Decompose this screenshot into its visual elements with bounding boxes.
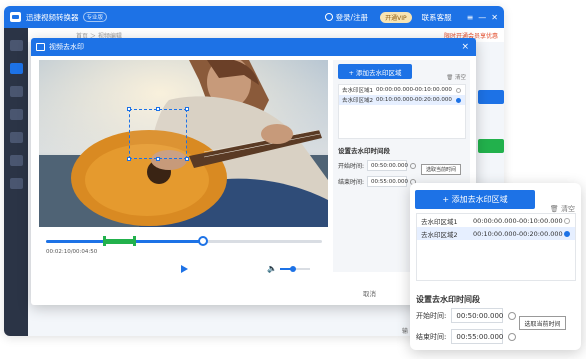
resize-handle-br[interactable]: [185, 157, 189, 161]
menu-icon[interactable]: ≡: [467, 13, 474, 22]
area-range: 00:00:00.000-00:10:00.000: [376, 87, 452, 93]
sidebar: [4, 28, 28, 336]
sidebar-item-7[interactable]: [9, 178, 23, 189]
clock-icon[interactable]: [508, 311, 517, 320]
close-window-icon[interactable]: ✕: [491, 13, 498, 22]
area-list: 去水印区域1 00:00:00.000-00:10:00.000 去水印区域2 00…: [338, 84, 466, 139]
dialog-title-bar: 视频去水印 ×: [31, 38, 476, 56]
add-area-button[interactable]: + 添加去水印区域: [415, 190, 535, 209]
resize-handle-t[interactable]: [156, 107, 160, 111]
area-list: 去水印区域1 00:00:00.000-00:10:00.000 去水印区域2 00…: [416, 213, 576, 281]
start-time-input[interactable]: 00:50:00.000: [367, 160, 408, 171]
sidebar-item-2[interactable]: [9, 63, 23, 74]
sidebar-item-6[interactable]: [9, 155, 23, 166]
edition-badge: 专业版: [82, 12, 108, 22]
video-preview[interactable]: [39, 60, 328, 227]
minimize-icon[interactable]: —: [478, 13, 486, 22]
segment-start-marker[interactable]: [102, 236, 106, 246]
dialog-close-icon[interactable]: ×: [461, 42, 469, 52]
vip-button[interactable]: 开通VIP: [380, 11, 412, 23]
sidebar-item-3[interactable]: [9, 86, 23, 97]
area-status-icon[interactable]: [564, 230, 570, 237]
play-icon[interactable]: [179, 264, 189, 274]
sidebar-item-1[interactable]: [9, 40, 23, 51]
start-time-label: 开始时间:: [416, 311, 447, 320]
background-blue-button[interactable]: [478, 90, 504, 104]
customer-service-link[interactable]: 联系客服: [422, 12, 452, 23]
area-name: 去水印区域2: [342, 98, 373, 104]
area-name: 去水印区域1: [342, 88, 373, 94]
section-title: 设置去水印时间段: [416, 295, 480, 304]
list-item[interactable]: 去水印区域1 00:00:00.000-00:10:00.000: [339, 85, 465, 95]
footer-text: 输: [402, 328, 409, 335]
volume-slider[interactable]: [279, 265, 310, 272]
list-item[interactable]: 去水印区域1 00:00:00.000-00:10:00.000: [417, 214, 575, 227]
app-title: 迅捷视频转换器: [26, 12, 79, 22]
area-status-icon[interactable]: [456, 87, 461, 93]
area-status-icon[interactable]: [456, 97, 461, 103]
dialog-icon: [36, 43, 45, 51]
app-title-bar: 迅捷视频转换器 专业版 登录/注册 开通VIP 联系客服 ≡ — ✕: [4, 6, 504, 28]
login-link[interactable]: 登录/注册: [324, 12, 369, 23]
background-green-button[interactable]: [478, 139, 504, 153]
dialog-title: 视频去水印: [49, 43, 84, 51]
zoomed-settings-panel: + 添加去水印区域 🗑 清空 去水印区域1 00:00:00.000-00:10:…: [410, 183, 581, 350]
end-time-input[interactable]: 00:55:00.000: [367, 176, 408, 187]
volume-icon[interactable]: 🔈: [267, 264, 277, 273]
clear-button[interactable]: 🗑 清空: [446, 73, 466, 81]
start-time-label: 开始时间:: [338, 163, 365, 170]
timeline-segment: [103, 239, 135, 244]
area-range: 00:00:00.000-00:10:00.000: [473, 216, 563, 225]
clear-label: 清空: [561, 205, 575, 213]
watermark-selection-box[interactable]: [127, 107, 189, 161]
end-time-field: 结束时间: 00:55:00.000: [338, 176, 417, 187]
app-logo-icon: [10, 12, 21, 22]
pick-current-time-button[interactable]: 选取当前时间: [519, 316, 566, 330]
clear-label: 清空: [454, 75, 466, 81]
add-area-button[interactable]: + 添加去水印区域: [338, 64, 412, 79]
area-name: 去水印区域2: [421, 230, 458, 239]
resize-handle-tl[interactable]: [127, 107, 131, 111]
start-time-input[interactable]: 00:50:00.000: [451, 308, 503, 323]
area-range: 00:10:00.000-00:20:00.000: [473, 229, 563, 238]
resize-handle-bl[interactable]: [127, 157, 131, 161]
time-readout: 00:02:10/00:04:50: [46, 249, 98, 255]
sidebar-item-5[interactable]: [9, 132, 23, 143]
start-time-field: 开始时间: 00:50:00.000: [338, 160, 417, 171]
clock-icon[interactable]: [508, 332, 517, 341]
end-time-label: 结束时间:: [338, 179, 365, 186]
clock-icon[interactable]: [410, 162, 417, 169]
list-item[interactable]: 去水印区域2 00:10:00.000-00:20:00.000: [339, 95, 465, 105]
user-icon: [324, 13, 333, 21]
end-time-field: 结束时间: 00:55:00.000: [416, 329, 517, 344]
area-range: 00:10:00.000-00:20:00.000: [376, 97, 452, 103]
pick-current-time-button[interactable]: 选取当前时间: [421, 164, 461, 175]
list-item[interactable]: 去水印区域2 00:10:00.000-00:20:00.000: [417, 227, 575, 240]
end-time-input[interactable]: 00:55:00.000: [451, 329, 503, 344]
cancel-button[interactable]: 取消: [363, 288, 376, 298]
timeline-playhead[interactable]: [198, 236, 209, 246]
sidebar-item-4[interactable]: [9, 109, 23, 120]
section-title: 设置去水印时间段: [338, 147, 390, 155]
start-time-field: 开始时间: 00:50:00.000: [416, 308, 517, 323]
resize-handle-b[interactable]: [156, 157, 160, 161]
login-label: 登录/注册: [335, 12, 369, 22]
timeline-track[interactable]: [46, 236, 322, 246]
area-name: 去水印区域1: [421, 217, 458, 226]
segment-end-marker[interactable]: [133, 236, 137, 246]
resize-handle-tr[interactable]: [185, 107, 189, 111]
volume-knob[interactable]: [290, 265, 297, 272]
volume-control[interactable]: 🔈: [267, 264, 310, 273]
area-status-icon[interactable]: [564, 217, 570, 224]
end-time-label: 结束时间:: [416, 332, 447, 341]
